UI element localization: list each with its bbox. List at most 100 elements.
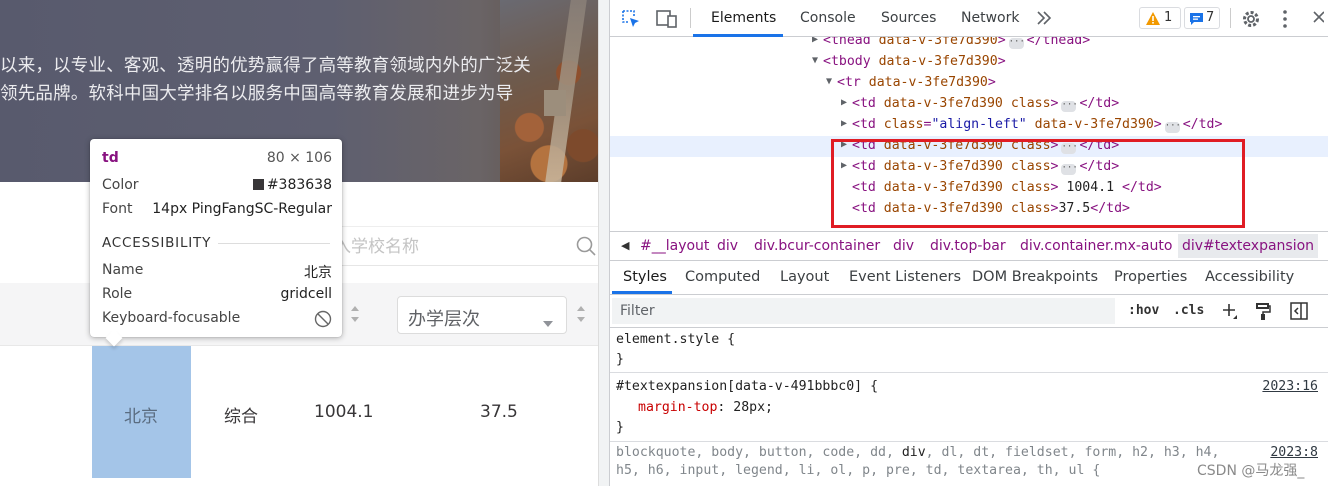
- css-property[interactable]: margin-top: [638, 400, 717, 415]
- watermark: CSDN @马龙强_: [1197, 463, 1305, 479]
- dom-node-tr[interactable]: ▼ <tr data-v-3fe7d390>: [610, 73, 1328, 94]
- message-count: 7: [1206, 10, 1215, 25]
- tab-event-listeners[interactable]: Event Listeners: [849, 269, 961, 285]
- ellipsis-icon[interactable]: ···: [1061, 143, 1078, 154]
- style-rule-element[interactable]: element.style { }: [610, 328, 1328, 373]
- ellipsis-icon[interactable]: ···: [1061, 164, 1078, 175]
- dom-tree: ▶ <thead data-v-3fe7d390> ··· </thead> ▼ <…: [610, 37, 1328, 231]
- tab-network[interactable]: Network: [961, 10, 1019, 26]
- more-options-icon[interactable]: [1282, 9, 1288, 33]
- tab-dom-breakpoints[interactable]: DOM Breakpoints: [972, 269, 1098, 285]
- node-text: 1004.1: [1058, 180, 1123, 195]
- active-tab-indicator: [612, 291, 672, 294]
- tab-sources[interactable]: Sources: [881, 10, 936, 26]
- level-select[interactable]: 办学层次: [397, 296, 567, 334]
- tab-properties[interactable]: Properties: [1114, 269, 1187, 285]
- expand-arrow-icon[interactable]: ▶: [841, 97, 847, 108]
- paint-roller-icon[interactable]: [1255, 302, 1271, 324]
- tag-open: <td: [852, 201, 876, 216]
- sort-icon[interactable]: [350, 305, 360, 323]
- dom-node-td[interactable]: <td data-v-3fe7d390 class> 1004.1 </td>: [610, 178, 1328, 199]
- province-cell: 北京: [124, 407, 158, 427]
- dom-node-td[interactable]: ▶ <td data-v-3fe7d390 class> ··· </td>: [610, 94, 1328, 115]
- dom-node-tbody[interactable]: ▼ <tbody data-v-3fe7d390>: [610, 52, 1328, 73]
- divider: [690, 8, 691, 28]
- new-style-rule-icon[interactable]: [1221, 302, 1239, 324]
- breadcrumb-item[interactable]: div.container.mx-auto: [1020, 238, 1172, 254]
- tab-styles[interactable]: Styles: [623, 269, 667, 285]
- class-toggle-button[interactable]: .cls: [1173, 303, 1204, 318]
- breadcrumb-item[interactable]: div: [717, 238, 738, 254]
- web-page: 以来，以专业、客观、透明的优势赢得了高等教育领域内外的广泛关 领先品牌。软科中国…: [0, 0, 598, 486]
- breadcrumb-item[interactable]: div.bcur-container: [754, 238, 880, 254]
- tag-close: >: [997, 54, 1006, 69]
- tip-section-heading: ACCESSIBILITY: [102, 235, 212, 251]
- dom-node-td[interactable]: ▶ <td class="align-left" data-v-3fe7d390…: [610, 115, 1328, 136]
- expand-arrow-icon[interactable]: ▶: [841, 139, 847, 150]
- breadcrumb-item[interactable]: div: [893, 238, 914, 254]
- search-input[interactable]: [334, 235, 570, 259]
- tag-close: >: [1050, 138, 1059, 153]
- rule-selector: #textexpansion[data-v-491bbbc0] {: [616, 379, 879, 394]
- css-value[interactable]: 28px;: [733, 400, 773, 415]
- dom-node-thead[interactable]: ▶ <thead data-v-3fe7d390> ··· </thead>: [610, 37, 1328, 52]
- expand-arrow-icon[interactable]: ▶: [841, 160, 847, 171]
- close-icon[interactable]: [1312, 9, 1325, 29]
- rule-source-link[interactable]: 2023:8: [1270, 445, 1318, 460]
- rule-close: }: [616, 352, 624, 367]
- sort-icon[interactable]: [576, 305, 586, 323]
- tab-accessibility[interactable]: Accessibility: [1205, 269, 1294, 285]
- scroll-left-icon[interactable]: ◀: [621, 239, 629, 252]
- more-tabs-icon[interactable]: [1036, 10, 1052, 30]
- ellipsis-icon[interactable]: ···: [1061, 101, 1078, 112]
- expand-arrow-icon[interactable]: ▶: [841, 118, 847, 129]
- level-score-cell: 37.5: [480, 402, 518, 422]
- tag-open: <td: [852, 96, 876, 111]
- tab-computed[interactable]: Computed: [685, 269, 760, 285]
- search-icon[interactable]: [576, 236, 596, 256]
- breadcrumb: ◀ #__layout div div.bcur-container div d…: [610, 231, 1328, 261]
- hover-state-button[interactable]: :hov: [1128, 303, 1159, 318]
- attr-name: data-v-3fe7d390: [1034, 117, 1154, 132]
- tab-elements[interactable]: Elements: [711, 10, 776, 26]
- inspect-element-icon[interactable]: [621, 9, 641, 33]
- tag-open: <tbody: [823, 54, 871, 69]
- style-rule-textexpansion[interactable]: #textexpansion[data-v-491bbbc0] { 2023:1…: [610, 374, 1328, 442]
- tab-console[interactable]: Console: [800, 10, 856, 26]
- breadcrumb-item[interactable]: div.top-bar: [930, 238, 1006, 254]
- tag-open: <td: [852, 180, 876, 195]
- warning-icon: [1145, 11, 1161, 30]
- tip-label: Color: [102, 177, 139, 193]
- rule-source-link[interactable]: 2023:16: [1262, 379, 1318, 394]
- device-toolbar-icon[interactable]: [656, 9, 678, 33]
- ellipsis-icon[interactable]: ···: [1164, 122, 1181, 133]
- rule-close: }: [616, 420, 624, 435]
- collapse-arrow-icon[interactable]: ▼: [826, 76, 832, 87]
- collapse-arrow-icon[interactable]: ▼: [812, 55, 818, 66]
- tip-label: Name: [102, 262, 144, 278]
- dom-node-td[interactable]: <td data-v-3fe7d390 class>37.5</td>: [610, 199, 1328, 220]
- inspector-tooltip: td 80 × 106 Color #383638 Font 14px Ping…: [90, 139, 342, 337]
- type-cell: 综合: [224, 407, 258, 427]
- breadcrumb-item-current[interactable]: div#textexpansion: [1178, 234, 1319, 258]
- divider: [1230, 8, 1231, 28]
- toggle-sidebar-icon[interactable]: [1290, 302, 1308, 324]
- dom-node-td-selected[interactable]: ▶ <td data-v-3fe7d390 class> ··· </td>: [610, 136, 1328, 157]
- dom-node-td[interactable]: ▶ <td data-v-3fe7d390 class> ··· </td>: [610, 157, 1328, 178]
- tab-layout[interactable]: Layout: [780, 269, 829, 285]
- tag-close: </td>: [1182, 117, 1223, 132]
- expand-arrow-icon[interactable]: ▶: [812, 37, 818, 45]
- filter-input[interactable]: [612, 298, 1115, 324]
- panel-divider[interactable]: [598, 0, 609, 486]
- messages-badge[interactable]: 7: [1184, 7, 1220, 29]
- tag-close: </td>: [1122, 180, 1162, 195]
- tag-close: </thead>: [1026, 37, 1091, 48]
- attr-name: class: [1010, 96, 1051, 111]
- breadcrumb-item[interactable]: #__layout: [640, 238, 709, 254]
- gear-icon[interactable]: [1241, 9, 1261, 33]
- tip-label: Font: [102, 201, 133, 217]
- warnings-badge[interactable]: 1: [1139, 7, 1181, 29]
- tip-font-row: Font 14px PingFangSC-Regular: [102, 201, 332, 221]
- ellipsis-icon[interactable]: ···: [1008, 38, 1025, 49]
- table-row[interactable]: 北京 综合 1004.1 37.5: [0, 346, 598, 478]
